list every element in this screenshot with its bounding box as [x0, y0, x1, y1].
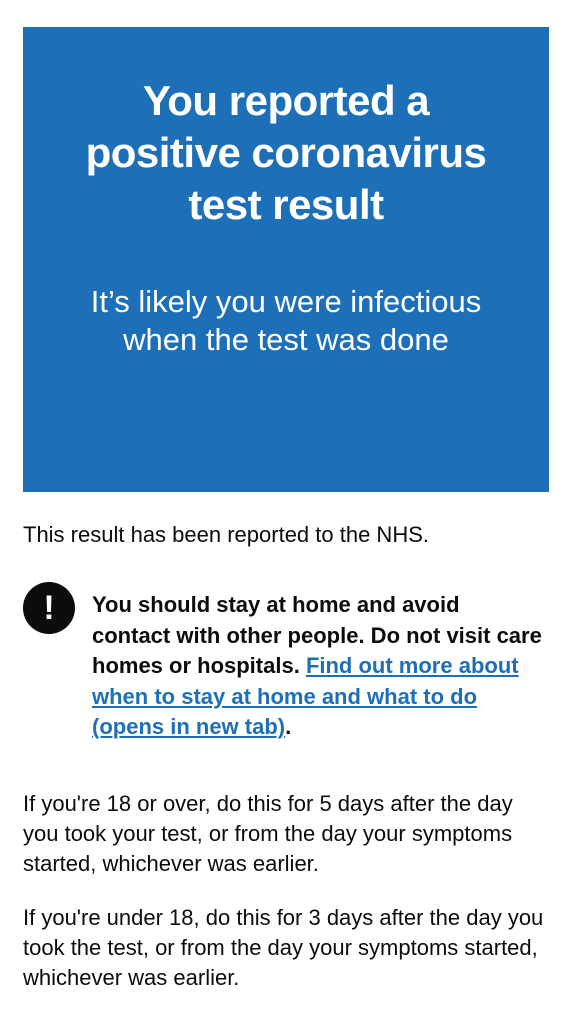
panel-body: It’s likely you were infectious when the…: [90, 284, 482, 357]
guidance-paragraph-adults: If you're 18 or over, do this for 5 days…: [23, 791, 513, 876]
warning-text: You should stay at home and avoid contac…: [92, 590, 542, 743]
guidance-paragraph-under-18: If you're under 18, do this for 3 days a…: [23, 905, 544, 990]
page: You reported a positive coronavirus test…: [0, 0, 572, 1024]
exclamation-icon: !: [23, 582, 75, 634]
warning-callout: ! You should stay at home and avoid cont…: [23, 580, 549, 740]
result-panel: You reported a positive coronavirus test…: [23, 27, 549, 492]
panel-title: You reported a positive coronavirus test…: [85, 77, 487, 228]
warning-trailing: .: [285, 714, 292, 739]
reported-text: This result has been reported to the NHS…: [23, 522, 429, 547]
